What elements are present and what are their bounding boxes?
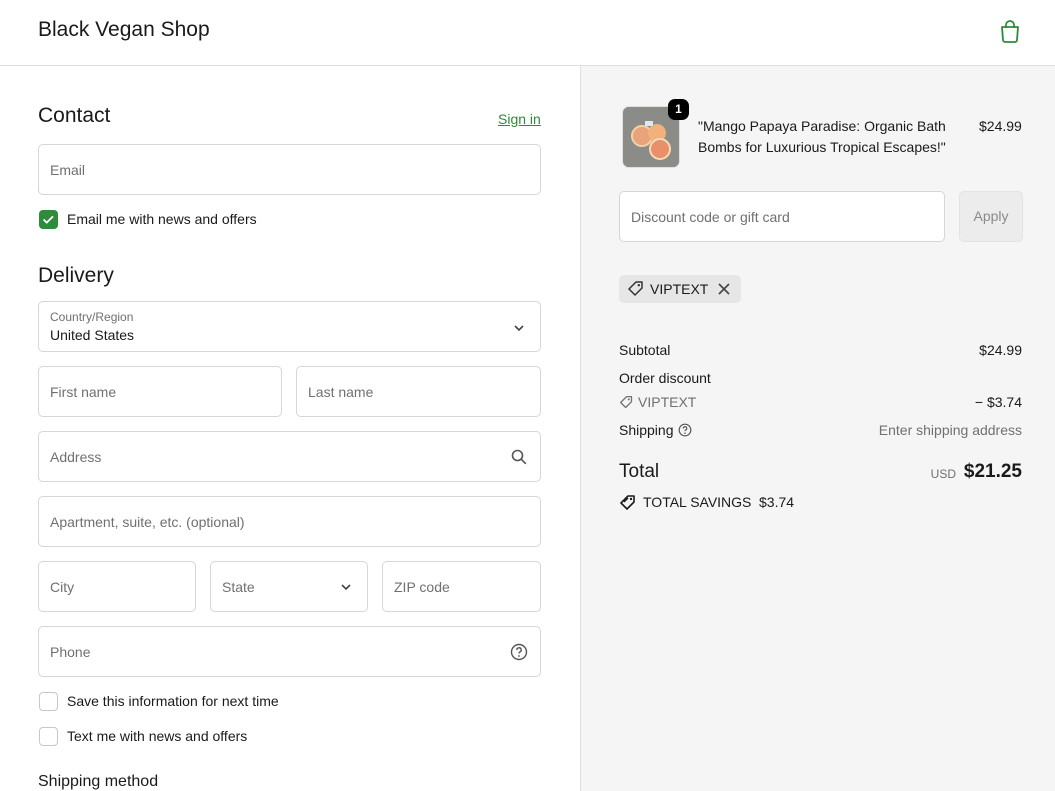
state-placeholder: State bbox=[222, 579, 255, 595]
text-me-label: Text me with news and offers bbox=[67, 728, 248, 744]
applied-code-chip: VIPTEXT bbox=[619, 275, 741, 303]
help-icon[interactable] bbox=[678, 423, 692, 437]
country-select[interactable]: Country/Region United States bbox=[38, 301, 541, 352]
email-placeholder: Email bbox=[50, 162, 86, 178]
contact-heading: Contact bbox=[38, 104, 111, 127]
total-value: $21.25 bbox=[963, 461, 1022, 482]
applied-code-text: VIPTEXT bbox=[650, 281, 709, 297]
check-icon bbox=[42, 215, 54, 224]
news-checkbox[interactable] bbox=[39, 210, 58, 229]
subtotal-value: $24.99 bbox=[979, 342, 1022, 358]
last-name-placeholder: Last name bbox=[308, 384, 374, 400]
city-placeholder: City bbox=[50, 579, 75, 595]
sign-in-link[interactable]: Sign in bbox=[498, 111, 541, 127]
order-discount-label: Order discount bbox=[619, 370, 711, 386]
zip-placeholder: ZIP code bbox=[394, 579, 450, 595]
tag-icon bbox=[628, 281, 643, 296]
discount-code-label: VIPTEXT bbox=[638, 394, 697, 410]
zip-field[interactable]: ZIP code bbox=[382, 561, 541, 612]
shipping-value: Enter shipping address bbox=[878, 422, 1022, 438]
product-price: $24.99 bbox=[979, 118, 1022, 134]
shop-name[interactable]: Black Vegan Shop bbox=[38, 18, 210, 42]
apply-button[interactable]: Apply bbox=[959, 191, 1023, 242]
last-name-field[interactable]: Last name bbox=[296, 366, 541, 417]
discount-value: − $3.74 bbox=[974, 394, 1022, 410]
apartment-field[interactable]: Apartment, suite, etc. (optional) bbox=[38, 496, 541, 547]
save-info-checkbox[interactable] bbox=[39, 692, 58, 711]
total-savings-label: TOTAL SAVINGS bbox=[643, 494, 752, 510]
savings-tag-icon bbox=[620, 495, 635, 510]
close-icon[interactable] bbox=[717, 282, 731, 296]
email-field[interactable]: Email bbox=[38, 144, 541, 195]
product-title: "Mango Papaya Paradise: Organic Bath Bom… bbox=[698, 118, 946, 155]
total-savings-value: $3.74 bbox=[759, 494, 795, 510]
country-value: United States bbox=[50, 327, 135, 343]
first-name-placeholder: First name bbox=[50, 384, 117, 400]
total-label: Total bbox=[619, 461, 660, 482]
shopping-bag-icon[interactable] bbox=[999, 19, 1021, 43]
discount-code-field[interactable]: Discount code or gift card bbox=[619, 191, 945, 242]
quantity-badge: 1 bbox=[668, 99, 689, 120]
shipping-method-heading: Shipping method bbox=[38, 773, 159, 790]
checkout-header: Black Vegan Shop bbox=[0, 0, 1055, 66]
discount-placeholder: Discount code or gift card bbox=[631, 209, 790, 225]
address-placeholder: Address bbox=[50, 449, 102, 465]
help-icon[interactable] bbox=[510, 643, 528, 661]
search-icon bbox=[511, 449, 527, 465]
state-select[interactable]: State bbox=[210, 561, 368, 612]
city-field[interactable]: City bbox=[38, 561, 196, 612]
phone-placeholder: Phone bbox=[50, 644, 91, 660]
text-me-checkbox[interactable] bbox=[39, 727, 58, 746]
country-label: Country/Region bbox=[50, 310, 134, 324]
phone-field[interactable]: Phone bbox=[38, 626, 541, 677]
chevron-down-icon bbox=[514, 325, 524, 332]
first-name-field[interactable]: First name bbox=[38, 366, 282, 417]
checkout-form: Contact Sign in Email Email me with news… bbox=[0, 66, 580, 791]
apartment-placeholder: Apartment, suite, etc. (optional) bbox=[50, 514, 245, 530]
subtotal-label: Subtotal bbox=[619, 342, 671, 358]
address-field[interactable]: Address bbox=[38, 431, 541, 482]
shipping-label: Shipping bbox=[619, 422, 674, 438]
save-info-label: Save this information for next time bbox=[67, 693, 279, 709]
order-summary: 1 "Mango Papaya Paradise: Organic Bath B… bbox=[580, 66, 1055, 791]
news-label: Email me with news and offers bbox=[67, 211, 257, 227]
tag-icon bbox=[620, 396, 633, 409]
delivery-heading: Delivery bbox=[38, 264, 114, 287]
currency-label: USD bbox=[930, 467, 956, 481]
chevron-down-icon bbox=[341, 584, 351, 591]
